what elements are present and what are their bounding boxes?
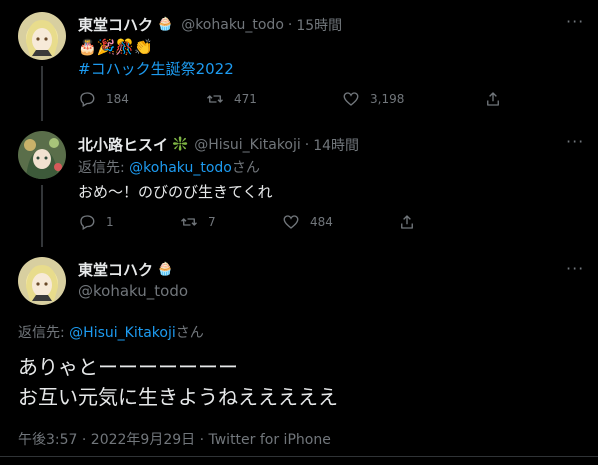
- more-icon[interactable]: ···: [566, 259, 584, 278]
- tweet3-text-line1: ありゃとーーーーーーー: [18, 355, 238, 379]
- tweet-time[interactable]: 15時間: [296, 15, 342, 35]
- reply-to-prefix: 返信先:: [78, 160, 130, 176]
- name-badge-emoji: 🧁: [157, 262, 174, 277]
- tweet-timestamp[interactable]: 午後3:57 · 2022年9月29日 · Twitter for iPhone: [18, 429, 331, 449]
- share-icon: [487, 92, 499, 106]
- retweet-button[interactable]: 471: [206, 90, 257, 108]
- retweet-icon: [207, 95, 223, 103]
- name-badge-emoji: 🧁: [157, 17, 174, 32]
- reply-icon: [80, 92, 95, 107]
- reply-button[interactable]: 1: [78, 213, 114, 231]
- like-count: 484: [310, 215, 333, 229]
- share-button[interactable]: [484, 90, 512, 108]
- heart-icon: [283, 215, 299, 229]
- like-count: 3,198: [370, 92, 405, 106]
- separator: ·: [304, 136, 310, 153]
- reply-to-suffix: さん: [231, 160, 260, 176]
- reply-to-line: 返信先: @Hisui_Kitakojiさん: [18, 322, 204, 342]
- tweet-time[interactable]: 14時間: [313, 135, 359, 155]
- like-button[interactable]: 484: [282, 213, 333, 231]
- retweet-count: 7: [208, 215, 216, 229]
- reply-to-handle[interactable]: @kohaku_todo: [129, 160, 232, 176]
- reply-count: 184: [106, 92, 129, 106]
- more-icon[interactable]: ···: [566, 132, 584, 151]
- reply-to-prefix: 返信先:: [18, 325, 70, 341]
- thread-line: [41, 185, 43, 247]
- reply-to-handle[interactable]: @Hisui_Kitakoji: [69, 325, 176, 341]
- avatar-kohaku[interactable]: [18, 12, 66, 60]
- reply-to-suffix: さん: [175, 325, 204, 341]
- tweet2-text: おめ～！のびのび生きてくれ: [78, 183, 273, 201]
- reply-to-line: 返信先: @kohaku_todoさん: [78, 157, 260, 177]
- name-badge-emoji: ❇️: [172, 137, 189, 152]
- separator: ·: [287, 16, 293, 33]
- more-icon[interactable]: ···: [566, 12, 584, 31]
- reply-count: 1: [106, 215, 114, 229]
- display-name[interactable]: 東堂コハク: [78, 14, 153, 35]
- handle[interactable]: @kohaku_todo: [181, 17, 284, 33]
- handle[interactable]: @kohaku_todo: [78, 282, 188, 300]
- display-name[interactable]: 北小路ヒスイ: [78, 134, 168, 155]
- avatar-kohaku[interactable]: [18, 257, 66, 305]
- avatar-hisui[interactable]: [18, 131, 66, 179]
- share-icon: [401, 215, 413, 229]
- handle[interactable]: @Hisui_Kitakoji: [194, 137, 301, 153]
- hashtag-link[interactable]: #コハック生誕祭2022: [78, 58, 234, 79]
- tweet3-text-line2: お互い元気に生きようねえええええ: [18, 385, 338, 409]
- divider: [0, 456, 598, 457]
- share-button[interactable]: [398, 213, 426, 231]
- tweet2-header: 北小路ヒスイ ❇️ @Hisui_Kitakoji · 14時間: [78, 134, 359, 155]
- tweet1-emojis: 🎂🎉🎊👏: [78, 38, 153, 56]
- display-name[interactable]: 東堂コハク: [78, 259, 153, 280]
- like-button[interactable]: 3,198: [342, 90, 404, 108]
- retweet-button[interactable]: 7: [180, 213, 216, 231]
- tweet3-name-row: 東堂コハク 🧁: [78, 259, 173, 280]
- tweet1-header: 東堂コハク 🧁 @kohaku_todo · 15時間: [78, 14, 342, 35]
- retweet-count: 471: [234, 92, 257, 106]
- heart-icon: [343, 92, 359, 106]
- thread-line: [41, 66, 43, 121]
- reply-icon: [80, 215, 95, 230]
- retweet-icon: [181, 218, 197, 226]
- reply-button[interactable]: 184: [78, 90, 129, 108]
